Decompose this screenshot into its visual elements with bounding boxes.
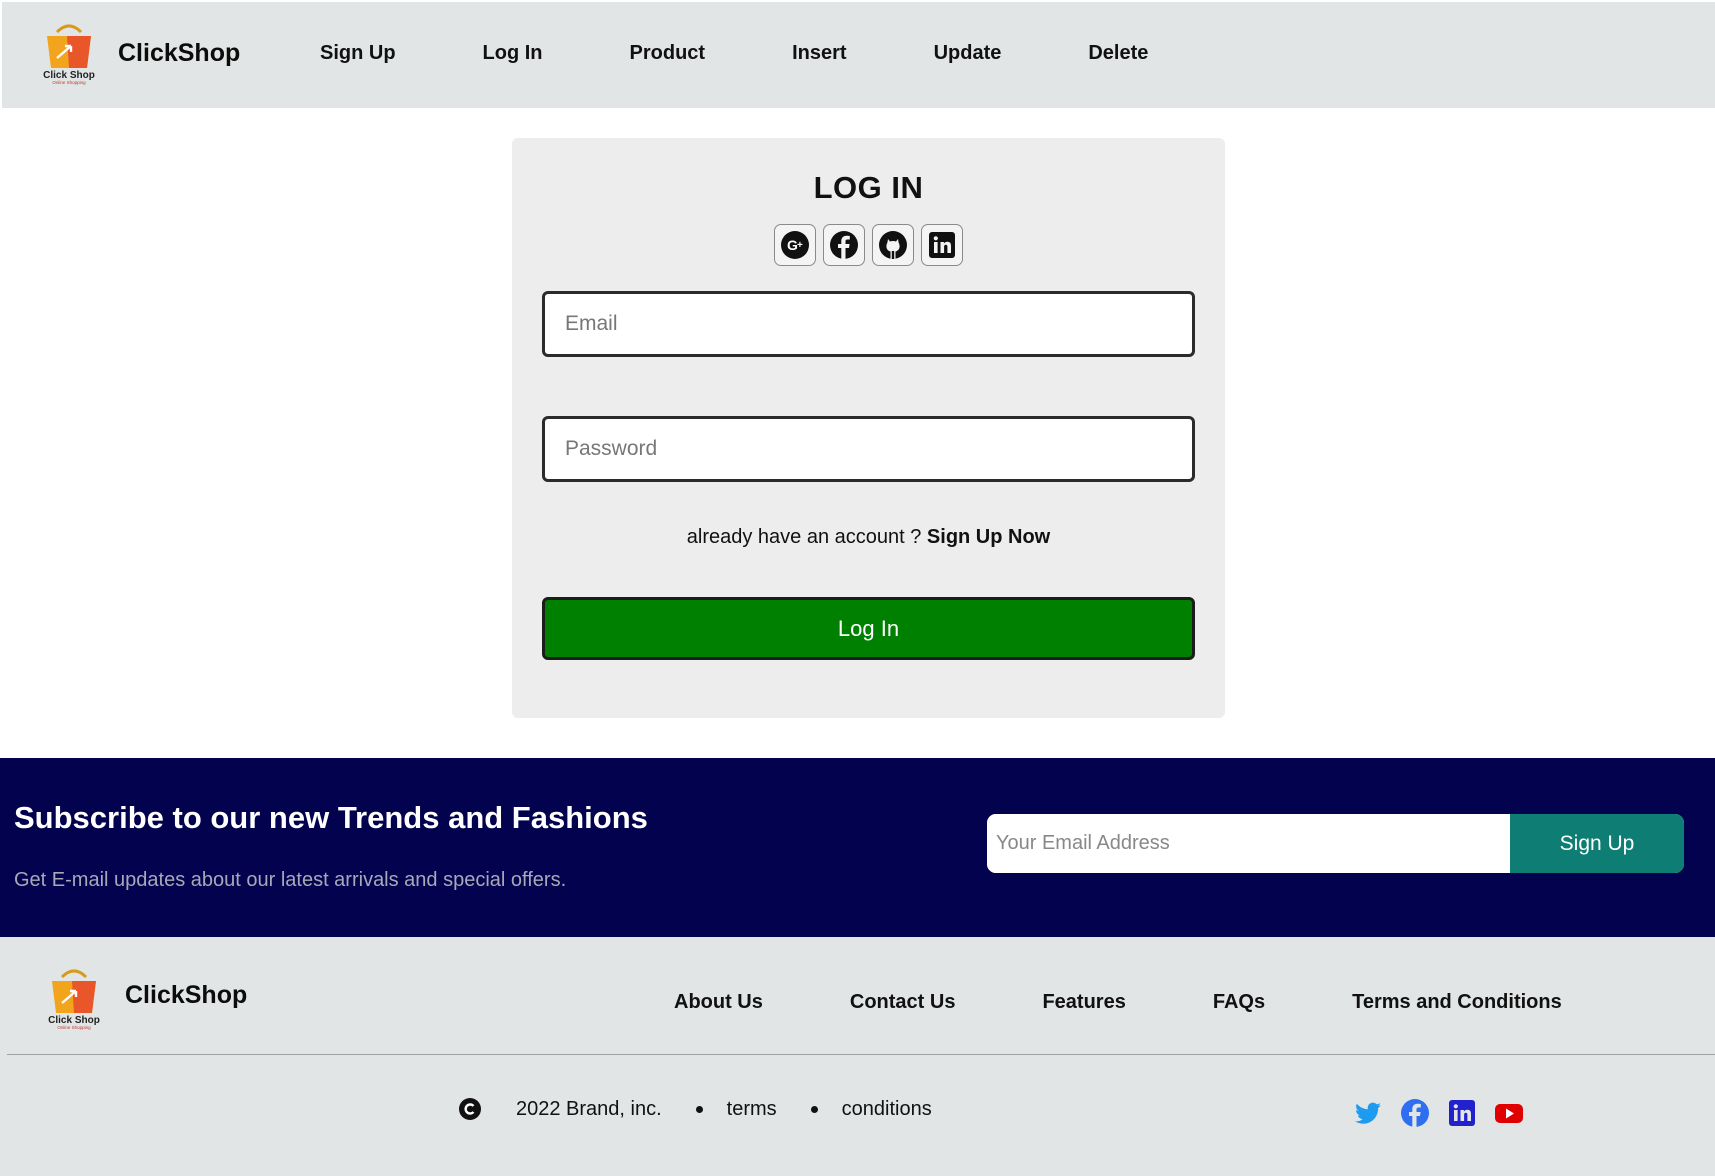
log-in-button[interactable]: Log In: [542, 597, 1195, 660]
footer-divider: [7, 1054, 1715, 1055]
facebook-icon: [830, 231, 858, 259]
separator-dot: [810, 1105, 818, 1113]
login-card: LOG IN G + Email already have an account…: [512, 138, 1225, 718]
linkedin-icon[interactable]: [1447, 1098, 1477, 1128]
footer-brand-name[interactable]: ClickShop: [125, 981, 247, 1010]
twitter-icon[interactable]: [1353, 1098, 1383, 1128]
nav-brand-name[interactable]: ClickShop: [118, 39, 240, 68]
subscribe-title: Subscribe to our new Trends and Fashions: [14, 800, 648, 835]
footer-link-about-us[interactable]: About Us: [674, 991, 763, 1014]
nav-link-log-in[interactable]: Log In: [483, 42, 543, 65]
footer-links: About Us Contact Us Features FAQs Terms …: [674, 991, 1562, 1014]
copyright-text: 2022 Brand, inc.: [516, 1097, 662, 1120]
footer: ClickShop About Us Contact Us Features F…: [0, 937, 1715, 1176]
copyright-icon: [459, 1098, 481, 1120]
copyright-row: 2022 Brand, inc. terms conditions: [458, 1097, 932, 1121]
social-login-row: G +: [512, 224, 1225, 266]
terms-link[interactable]: terms: [727, 1098, 777, 1121]
footer-social-icons: [1353, 1098, 1524, 1128]
top-navbar: ClickShop Sign Up Log In Product Insert …: [2, 2, 1715, 108]
footer-link-contact-us[interactable]: Contact Us: [850, 991, 956, 1014]
clickshop-logo[interactable]: [35, 20, 103, 86]
account-prompt: already have an account ? Sign Up Now: [512, 526, 1225, 549]
conditions-link[interactable]: conditions: [842, 1098, 932, 1121]
subscribe-section: Subscribe to our new Trends and Fashions…: [0, 758, 1715, 937]
nav-link-sign-up[interactable]: Sign Up: [320, 42, 396, 65]
account-prompt-text: already have an account ?: [686, 526, 927, 548]
facebook-login-button[interactable]: [823, 224, 865, 266]
github-login-button[interactable]: [872, 224, 914, 266]
youtube-icon[interactable]: [1494, 1098, 1524, 1128]
footer-link-faqs[interactable]: FAQs: [1213, 991, 1265, 1014]
nav-links: Sign Up Log In Product Insert Update Del…: [320, 42, 1148, 65]
google-plus-icon: G +: [781, 231, 809, 259]
svg-text:+: +: [797, 240, 803, 251]
subscribe-form: Sign Up: [987, 814, 1684, 873]
subscribe-email-input[interactable]: [987, 814, 1510, 873]
footer-link-features[interactable]: Features: [1042, 991, 1125, 1014]
nav-link-delete[interactable]: Delete: [1088, 42, 1148, 65]
subscribe-subtitle: Get E-mail updates about our latest arri…: [14, 869, 567, 891]
email-field[interactable]: [542, 291, 1195, 357]
google-login-button[interactable]: G +: [774, 224, 816, 266]
nav-link-insert[interactable]: Insert: [792, 42, 846, 65]
footer-clickshop-logo[interactable]: [40, 965, 108, 1031]
login-title: LOG IN: [813, 170, 924, 205]
linkedin-icon: [929, 232, 955, 258]
nav-link-update[interactable]: Update: [934, 42, 1002, 65]
sign-up-now-link[interactable]: Sign Up Now: [927, 526, 1050, 548]
github-icon: [879, 231, 907, 259]
linkedin-login-button[interactable]: [921, 224, 963, 266]
footer-link-terms-and-conditions[interactable]: Terms and Conditions: [1352, 991, 1562, 1014]
nav-link-product[interactable]: Product: [630, 42, 706, 65]
separator-dot: [695, 1105, 703, 1113]
facebook-icon[interactable]: [1400, 1098, 1430, 1128]
password-field[interactable]: [542, 416, 1195, 482]
subscribe-sign-up-button[interactable]: Sign Up: [1510, 814, 1684, 873]
